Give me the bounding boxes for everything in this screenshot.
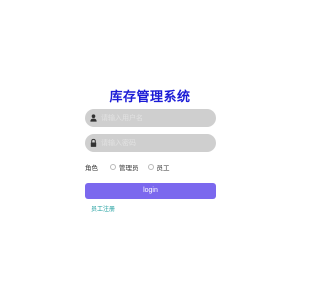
- lock-icon: [90, 138, 97, 147]
- radio-employee[interactable]: [147, 164, 154, 170]
- role-option-employee[interactable]: 员工: [147, 162, 170, 172]
- password-field[interactable]: [85, 134, 216, 152]
- page-title: 库存管理系统: [109, 90, 191, 105]
- username-field[interactable]: [85, 109, 216, 127]
- role-option-employee-label: 员工: [156, 164, 170, 172]
- role-selector: 角色 管理员 员工: [85, 162, 179, 172]
- radio-admin[interactable]: [110, 164, 116, 170]
- role-option-admin-label: 管理员: [119, 164, 139, 172]
- password-input[interactable]: [101, 136, 211, 150]
- role-label: 角色: [85, 164, 98, 172]
- username-input[interactable]: [101, 111, 211, 125]
- user-icon: [90, 114, 97, 122]
- login-page: 库存管理系统 角色 管理员 员工 login 员工注册: [0, 0, 300, 300]
- role-option-admin[interactable]: 管理员: [110, 162, 139, 172]
- login-button[interactable]: login: [85, 183, 216, 199]
- employee-register-link[interactable]: 员工注册: [91, 204, 115, 213]
